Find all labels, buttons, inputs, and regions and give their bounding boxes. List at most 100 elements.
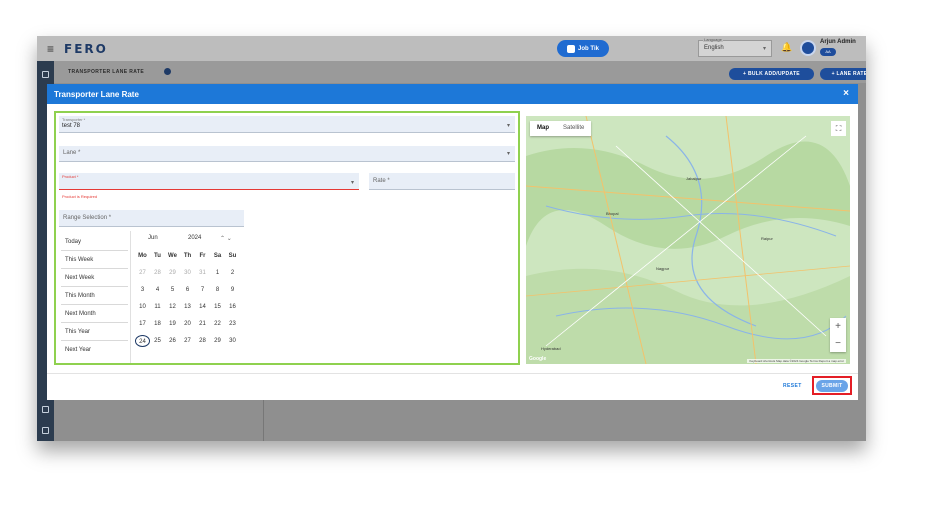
zoom-in-button[interactable]: +	[830, 318, 846, 335]
calendar-day[interactable]: 20	[180, 318, 195, 330]
preset-this-year[interactable]: This Year	[61, 323, 128, 341]
language-value: English	[704, 45, 724, 51]
calendar-day[interactable]: 10	[135, 301, 150, 313]
calendar-day[interactable]: 19	[165, 318, 180, 330]
calendar-nav-icon[interactable]: ⌃ ⌄	[220, 235, 232, 242]
rate-field[interactable]: Rate *	[369, 173, 515, 190]
close-icon[interactable]: ×	[843, 88, 849, 99]
calendar-day[interactable]: 26	[165, 335, 180, 347]
weekday-label: Mo	[138, 253, 147, 259]
preset-next-week[interactable]: Next Week	[61, 269, 128, 287]
map-city: Raipur	[761, 236, 773, 241]
calendar-day[interactable]: 5	[165, 284, 180, 296]
preset-next-month[interactable]: Next Month	[61, 305, 128, 323]
product-field[interactable]: Product * ▾	[59, 173, 359, 190]
language-select[interactable]: Language English ▾	[698, 37, 772, 57]
lane-rate-button[interactable]: + LANE RATE	[820, 68, 866, 80]
range-presets: Today This Week Next Week This Month Nex…	[61, 233, 128, 359]
map-city: Bhopal	[606, 211, 619, 216]
calendar-day[interactable]: 22	[210, 318, 225, 330]
job-button-label: Job Tik	[578, 45, 599, 52]
calendar-day[interactable]: 27	[135, 267, 150, 279]
calendar-day[interactable]: 29	[210, 335, 225, 347]
chevron-down-icon: ▾	[506, 151, 510, 157]
weekday-label: Tu	[154, 253, 161, 259]
menu-icon[interactable]: ≡	[47, 42, 54, 56]
map-panel[interactable]: Jabalpur Raipur Bhopal Nagpur Hyderabad …	[526, 116, 850, 364]
map-attribution: Keyboard shortcuts Map data ©2024 Google…	[747, 359, 846, 363]
divider	[263, 396, 264, 441]
form-panel: Transporter * test 78 ▾ Lane * ▾ Product…	[54, 111, 520, 365]
submit-button[interactable]: SUBMIT	[816, 379, 848, 392]
calendar-day[interactable]: 7	[195, 284, 210, 296]
lane-field[interactable]: Lane * ▾	[59, 146, 515, 162]
fullscreen-icon[interactable]: ⛶	[831, 121, 846, 136]
info-icon[interactable]	[164, 68, 171, 75]
preset-today[interactable]: Today	[61, 233, 128, 251]
calendar-day[interactable]: 13	[180, 301, 195, 313]
dashboard-icon[interactable]	[42, 71, 49, 78]
weekday-label: Su	[228, 253, 237, 259]
zoom-out-button[interactable]: −	[830, 335, 846, 352]
tab-map[interactable]: Map	[530, 121, 556, 136]
job-button[interactable]: Job Tik	[557, 40, 609, 57]
calendar-day[interactable]: 27	[180, 335, 195, 347]
map-city: Hyderabad	[541, 346, 561, 351]
calendar-day[interactable]: 21	[195, 318, 210, 330]
calendar-day[interactable]: 1	[210, 267, 225, 279]
calendar-header: Jun 2024 ⌃ ⌄	[131, 235, 243, 245]
weekday-label: We	[168, 253, 177, 259]
google-logo: Google	[529, 356, 547, 362]
calendar-day[interactable]: 28	[150, 267, 165, 279]
range-selection-field[interactable]: Range Selection *	[59, 210, 244, 227]
chevron-down-icon: ▾	[506, 123, 510, 129]
job-icon	[567, 44, 576, 53]
calendar-day[interactable]: 30	[180, 267, 195, 279]
map-canvas	[526, 116, 850, 364]
calendar-day[interactable]: 4	[150, 284, 165, 296]
calendar-day[interactable]: 11	[150, 301, 165, 313]
calendar-day[interactable]: 14	[195, 301, 210, 313]
preset-this-week[interactable]: This Week	[61, 251, 128, 269]
calendar-year[interactable]: 2024	[188, 235, 201, 241]
calendar-day[interactable]: 29	[165, 267, 180, 279]
calendar-day[interactable]: 8	[210, 284, 225, 296]
calendar-day[interactable]: 16	[225, 301, 240, 313]
calendar-day[interactable]: 6	[180, 284, 195, 296]
weekday-label: Th	[183, 253, 192, 259]
document-icon[interactable]	[42, 406, 49, 413]
preset-next-year[interactable]: Next Year	[61, 341, 128, 359]
calendar-day[interactable]: 31	[195, 267, 210, 279]
page-title: TRANSPORTER LANE RATE	[68, 69, 145, 75]
calendar-day[interactable]: 23	[225, 318, 240, 330]
calendar-day[interactable]: 12	[165, 301, 180, 313]
avatar[interactable]	[800, 40, 816, 56]
preset-this-month[interactable]: This Month	[61, 287, 128, 305]
bell-icon[interactable]: 🔔	[781, 42, 792, 53]
calendar-grid: Mo Tu We Th Fr Sa Su 27 28 29 30 31 1 2 3 4 5 6 7 8 9 10 11 12 1…	[135, 250, 241, 347]
calendar-day[interactable]: 17	[135, 318, 150, 330]
calendar-day[interactable]: 18	[150, 318, 165, 330]
calendar-day[interactable]: 24	[135, 335, 150, 347]
calendar-day[interactable]: 15	[210, 301, 225, 313]
transporter-field[interactable]: Transporter * test 78 ▾	[59, 116, 515, 133]
chevron-down-icon: ▾	[350, 180, 354, 186]
language-label: Language	[703, 37, 723, 42]
calendar-day[interactable]: 28	[195, 335, 210, 347]
reset-button[interactable]: RESET	[783, 383, 802, 389]
calendar-day[interactable]: 2	[225, 267, 240, 279]
calendar-day[interactable]: 30	[225, 335, 240, 347]
rate-placeholder: Rate *	[373, 178, 390, 184]
bulk-add-button[interactable]: + BULK ADD/UPDATE	[729, 68, 814, 80]
calendar-month[interactable]: Jun	[148, 235, 158, 241]
range-placeholder: Range Selection *	[63, 215, 112, 221]
calendar-day[interactable]: 25	[150, 335, 165, 347]
calendar-day[interactable]: 9	[225, 284, 240, 296]
map-type-tabs: Map Satellite	[530, 121, 592, 136]
tab-satellite[interactable]: Satellite	[556, 121, 591, 136]
weekday-label: Fr	[199, 253, 206, 259]
calendar-day[interactable]: 3	[135, 284, 150, 296]
user-role-badge: AA	[820, 48, 836, 56]
product-error: Product is Required	[62, 194, 98, 199]
settings-icon[interactable]	[42, 427, 49, 434]
